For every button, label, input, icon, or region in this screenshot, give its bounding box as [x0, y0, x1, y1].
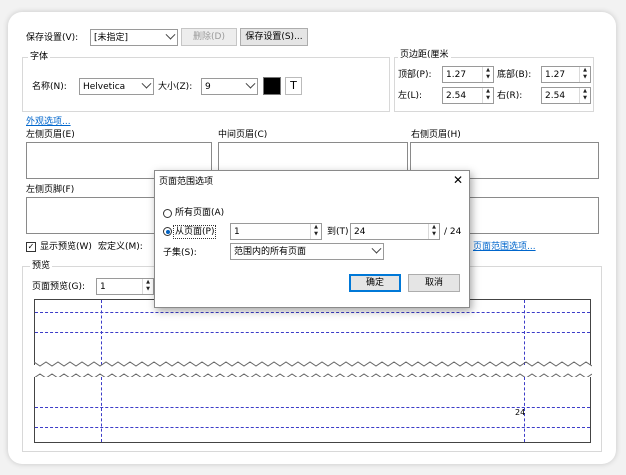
preview-page-top [34, 299, 591, 365]
center-header-label: 中间页眉(C) [218, 130, 268, 140]
subset-dropdown[interactable]: 范围内的所有页面 [230, 243, 384, 260]
left-header-label: 左侧页眉(E) [26, 130, 75, 140]
appearance-options-link[interactable]: 外观选项... [26, 116, 71, 128]
total-pages: / 24 [444, 227, 462, 237]
from-page-label: 从页面(P) [173, 225, 217, 239]
margin-guide [35, 332, 590, 333]
margin-guide [35, 427, 590, 428]
chevron-down-icon [371, 244, 382, 254]
delete-button[interactable]: 删除(D) [181, 28, 237, 46]
all-pages-radio[interactable] [163, 209, 172, 218]
margin-guide [35, 312, 590, 313]
close-icon[interactable]: ✕ [453, 173, 463, 187]
font-size-dropdown[interactable]: 9 [201, 78, 258, 95]
show-preview-label: 显示预览(W) [40, 242, 92, 252]
spin-arrows-icon[interactable]: ▲ ▼ [142, 279, 153, 294]
margin-guide [101, 377, 102, 442]
text-format-icon[interactable]: T [285, 77, 302, 95]
cancel-button[interactable]: 取消 [408, 274, 460, 292]
margin-left-spinner[interactable]: 2.54 ▲ ▼ [442, 87, 494, 104]
margin-top-label: 顶部(P): [398, 70, 432, 80]
preview-page-bottom: 24 [34, 377, 591, 443]
font-group-label: 字体 [28, 51, 51, 63]
chevron-down-icon [245, 79, 256, 89]
chevron-down-icon [141, 79, 152, 89]
to-page-spinner[interactable]: 24 ▲ ▼ [350, 223, 440, 240]
margin-guide [35, 407, 590, 408]
margin-left-label: 左(L): [398, 91, 423, 101]
save-settings-label: 保存设置(V): [26, 33, 79, 43]
right-header-label: 右侧页眉(H) [411, 130, 461, 140]
font-color-swatch[interactable] [263, 77, 281, 95]
preview-page-number: 24 [515, 408, 526, 417]
margin-bottom-spinner[interactable]: 1.27 ▲ ▼ [541, 66, 591, 83]
margins-group-label: 页边距(厘米 [398, 49, 451, 61]
margin-right-spinner[interactable]: 2.54 ▲ ▼ [541, 87, 591, 104]
spin-arrows-icon[interactable]: ▲ ▼ [482, 67, 493, 82]
from-page-radio[interactable] [163, 227, 172, 236]
left-footer-label: 左侧页脚(F) [26, 185, 75, 195]
spin-arrows-icon[interactable]: ▲ ▼ [428, 224, 439, 239]
preview-group-label: 预览 [30, 260, 53, 272]
font-size-label: 大小(Z): [158, 82, 193, 92]
all-pages-label: 所有页面(A) [175, 208, 225, 218]
to-label: 到(T) [327, 227, 349, 237]
page-break-zigzag [34, 361, 592, 367]
page-preview-label: 页面预览(G): [32, 282, 86, 292]
font-name-label: 名称(N): [32, 82, 67, 92]
show-preview-checkbox[interactable]: ✓ [26, 242, 36, 252]
page-preview-spinner[interactable]: 1 ▲ ▼ [96, 278, 154, 295]
save-settings-dropdown[interactable]: [未指定] [90, 29, 178, 46]
macro-label: 宏定义(M): [98, 242, 143, 252]
dialog-title: 页面范围选项 [159, 177, 214, 187]
page-range-dialog: 页面范围选项 ✕ 所有页面(A) 从页面(P) 1 ▲ ▼ 到(T) 24 ▲ ▼ / … [154, 170, 470, 308]
subset-label: 子集(S): [163, 248, 197, 258]
spin-arrows-icon[interactable]: ▲ ▼ [579, 67, 590, 82]
font-name-dropdown[interactable]: Helvetica [79, 78, 154, 95]
spin-arrows-icon[interactable]: ▲ ▼ [579, 88, 590, 103]
margin-bottom-label: 底部(B): [497, 70, 532, 80]
page-range-options-link[interactable]: 页面范围选项... [473, 241, 536, 253]
ok-button[interactable]: 确定 [349, 274, 401, 292]
from-page-spinner[interactable]: 1 ▲ ▼ [230, 223, 322, 240]
chevron-down-icon [165, 30, 176, 40]
margin-right-label: 右(R): [497, 91, 523, 101]
margin-top-spinner[interactable]: 1.27 ▲ ▼ [442, 66, 494, 83]
save-settings-button[interactable]: 保存设置(S)... [240, 28, 308, 46]
spin-arrows-icon[interactable]: ▲ ▼ [482, 88, 493, 103]
spin-arrows-icon[interactable]: ▲ ▼ [310, 224, 321, 239]
